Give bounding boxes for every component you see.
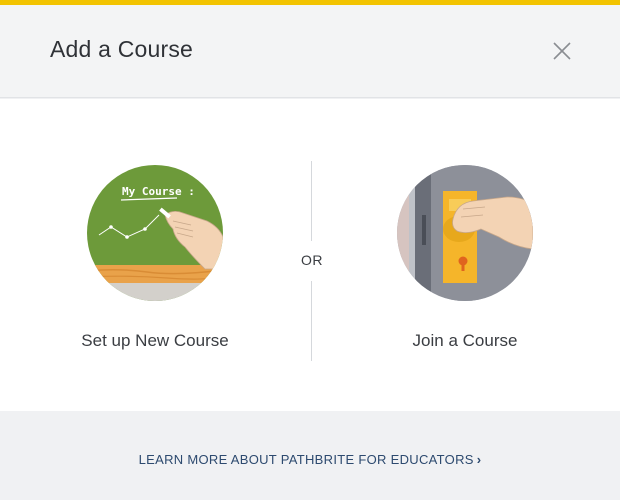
- close-icon: [553, 42, 571, 60]
- join-course-label: Join a Course: [412, 331, 518, 350]
- join-course-option[interactable]: Join a Course: [365, 165, 565, 351]
- dialog-footer: LEARN MORE ABOUT PATHBRITE FOR EDUCATORS…: [0, 411, 620, 500]
- chalkboard-illustration-icon: My Course :: [87, 165, 223, 301]
- divider-top: [311, 161, 312, 241]
- learn-more-label: LEARN MORE ABOUT PATHBRITE FOR EDUCATORS: [138, 452, 474, 467]
- dialog-title: Add a Course: [50, 36, 194, 62]
- close-button[interactable]: [549, 38, 575, 64]
- door-handle-illustration-icon: [397, 165, 533, 301]
- setup-new-course-label: Set up New Course: [81, 331, 229, 350]
- divider-bottom: [311, 281, 312, 361]
- learn-more-link[interactable]: LEARN MORE ABOUT PATHBRITE FOR EDUCATORS…: [0, 452, 620, 467]
- chalkboard-title: My Course :: [122, 185, 195, 198]
- setup-new-course-option[interactable]: My Course : Set up New Course: [55, 165, 255, 351]
- dialog-body: My Course : Set up New Course OR Join a …: [0, 99, 620, 411]
- dialog-header: Add a Course: [0, 5, 620, 98]
- chevron-right-icon: ›: [476, 452, 482, 467]
- or-separator: OR: [301, 252, 323, 268]
